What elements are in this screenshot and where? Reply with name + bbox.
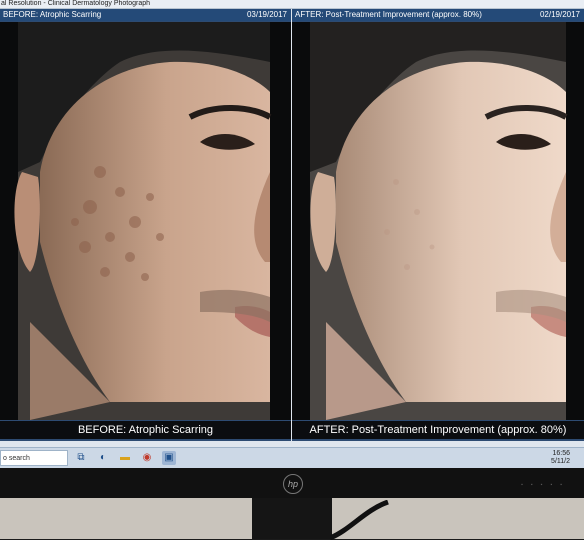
photos-app-icon[interactable]: ▣ bbox=[162, 451, 176, 465]
edge-browser-icon[interactable]: ◐ bbox=[96, 451, 110, 465]
taskbar-search-box[interactable]: o search bbox=[0, 450, 68, 466]
after-face-photo bbox=[292, 22, 584, 420]
taskbar: o search ⧉ ◐ ▬ ◉ ▣ 16:56 5/11/2 bbox=[0, 447, 584, 468]
before-pane: BEFORE: Atrophic Scarring 03/19/2017 BEF… bbox=[0, 9, 291, 441]
window-title-bar: al Resolution - Clinical Dermatology Pho… bbox=[0, 0, 584, 9]
after-pane-header: AFTER: Post-Treatment Improvement (appro… bbox=[292, 9, 584, 21]
before-pane-header: BEFORE: Atrophic Scarring 03/19/2017 bbox=[0, 9, 291, 21]
before-face-photo bbox=[0, 22, 291, 420]
tray-date: 5/11/2 bbox=[551, 458, 570, 465]
after-caption: AFTER: Post-Treatment Improvement (appro… bbox=[292, 421, 584, 439]
monitor-stand bbox=[252, 498, 332, 539]
before-pane-title: BEFORE: Atrophic Scarring bbox=[3, 10, 102, 19]
monitor-control-buttons: ▪▪▪▪▪ bbox=[521, 482, 570, 488]
monitor-cable bbox=[330, 500, 389, 540]
folder-icon[interactable]: ▬ bbox=[118, 451, 132, 465]
before-photo-frame bbox=[0, 22, 291, 420]
task-view-icon[interactable]: ⧉ bbox=[74, 451, 88, 465]
before-pane-date: 03/19/2017 bbox=[246, 10, 287, 19]
tray-time: 16:56 bbox=[552, 450, 570, 457]
taskbar-search-placeholder: o search bbox=[3, 455, 30, 462]
chrome-icon[interactable]: ◉ bbox=[140, 451, 154, 465]
hp-logo: hp bbox=[283, 474, 303, 494]
after-photo-frame bbox=[292, 22, 584, 420]
monitor-screen: al Resolution - Clinical Dermatology Pho… bbox=[0, 0, 584, 468]
after-pane-title: AFTER: Post-Treatment Improvement (appro… bbox=[295, 10, 482, 19]
after-pane-date: 02/19/2017 bbox=[539, 10, 580, 19]
system-tray[interactable]: 16:56 5/11/2 bbox=[551, 450, 570, 466]
after-pane: AFTER: Post-Treatment Improvement (appro… bbox=[292, 9, 584, 441]
before-caption: BEFORE: Atrophic Scarring bbox=[0, 421, 291, 439]
window-title: al Resolution - Clinical Dermatology Pho… bbox=[1, 0, 151, 7]
